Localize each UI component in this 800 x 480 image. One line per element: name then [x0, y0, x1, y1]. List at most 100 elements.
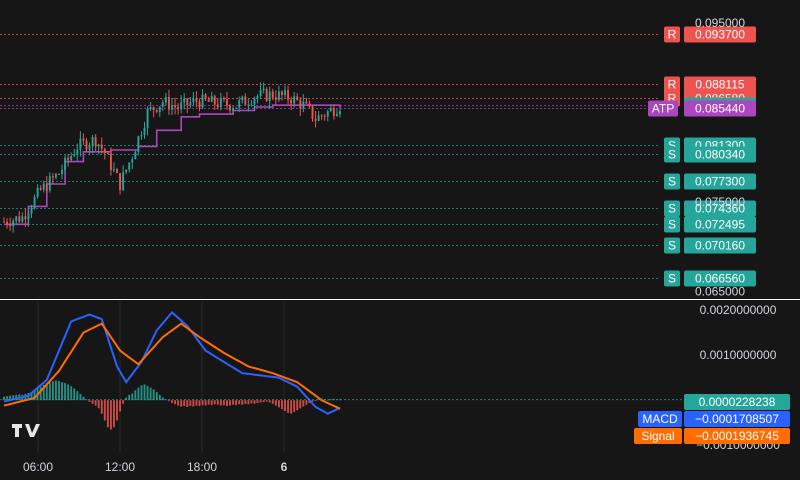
candle-body — [12, 220, 15, 227]
level-price-label: 0.085440 — [695, 102, 745, 116]
time-axis[interactable]: 06:00 12:00 18:00 6 — [23, 460, 288, 474]
candle — [180, 95, 183, 114]
macd-value-label: −0.0001936745 — [695, 429, 779, 443]
candle-body — [149, 107, 152, 109]
histogram-bar — [143, 384, 146, 401]
candle — [284, 85, 286, 98]
candle-body — [79, 138, 82, 150]
candle — [314, 111, 317, 128]
candle-body — [158, 106, 161, 112]
price-level-lines — [0, 34, 660, 452]
candle — [61, 164, 63, 180]
candle — [195, 91, 198, 108]
candle-body — [54, 173, 57, 178]
candle — [3, 217, 5, 223]
candle-body — [299, 100, 302, 109]
candle-body — [320, 115, 323, 117]
candle — [15, 215, 18, 225]
trading-chart[interactable]: R0.093700R0.088115R0.0865800.085790ATP0.… — [0, 0, 800, 480]
candle — [287, 85, 290, 105]
candle-body — [265, 88, 268, 101]
candle — [323, 113, 326, 121]
histogram-bar — [256, 400, 259, 403]
price-tick-label: 0.065000 — [695, 285, 745, 299]
candle-body — [232, 108, 235, 111]
candle — [94, 134, 97, 152]
price-level-tag-7[interactable]: S 0.077300 — [664, 173, 756, 190]
histogram-bar — [106, 400, 109, 428]
candle-body — [21, 216, 24, 222]
candle-body — [290, 99, 293, 104]
macd-axis[interactable]: 0.00200000000.0010000000−0.00100000000.0… — [0, 303, 790, 452]
candle — [39, 185, 42, 191]
histogram-bar — [259, 400, 262, 403]
price-level-tag-9[interactable]: S 0.072495 — [664, 216, 756, 233]
histogram-bar — [177, 400, 180, 406]
candle — [274, 90, 277, 105]
candle — [21, 212, 24, 224]
candle — [146, 106, 149, 136]
candle — [6, 218, 9, 229]
candle-body — [116, 169, 118, 174]
macd-value-tag-macd[interactable]: MACD −0.0001708507 — [638, 411, 790, 427]
macd-tick-label: 0.0020000000 — [700, 303, 777, 317]
price-level-tag-6[interactable]: S 0.080340 — [664, 146, 756, 163]
candle — [281, 90, 283, 101]
candle — [97, 143, 100, 155]
histogram-bar — [201, 400, 204, 406]
histogram-bar — [61, 382, 63, 401]
candle-body — [229, 105, 231, 111]
price-level-tag-10[interactable]: S 0.070160 — [664, 237, 756, 254]
candle-body — [192, 98, 195, 103]
candle — [149, 101, 152, 112]
macd-value-tag-signal[interactable]: Signal −0.0001936745 — [634, 428, 790, 444]
candle-body — [277, 91, 280, 100]
chart-canvas[interactable]: R0.093700R0.088115R0.0865800.085790ATP0.… — [0, 0, 800, 480]
histogram-bar — [250, 400, 253, 404]
candle — [299, 96, 302, 116]
candle-body — [332, 108, 335, 116]
candle-body — [293, 96, 296, 104]
histogram-bar — [54, 380, 57, 401]
candle — [45, 176, 48, 193]
candle-body — [67, 157, 70, 160]
price-level-tag-1[interactable]: R 0.088115 — [664, 76, 756, 93]
candle — [36, 184, 39, 199]
candle-body — [314, 118, 317, 121]
histogram-bar — [284, 400, 286, 412]
candle-body — [155, 110, 158, 112]
histogram-bar — [241, 400, 244, 405]
candle-body — [30, 208, 33, 214]
candle — [116, 167, 118, 174]
histogram-bar — [167, 400, 170, 402]
histogram-bar — [186, 400, 189, 407]
histogram-bar — [6, 396, 9, 401]
histogram-bar — [134, 390, 137, 401]
candle-body — [204, 94, 207, 100]
candle-body — [317, 115, 320, 121]
histogram-bar — [140, 385, 143, 401]
candle-body — [167, 97, 170, 110]
level-price-label: 0.088115 — [695, 78, 744, 92]
candle-body — [100, 144, 103, 149]
candle — [222, 96, 225, 103]
histogram-bar — [329, 399, 332, 401]
candle-body — [210, 96, 213, 102]
candle-body — [113, 169, 115, 171]
price-level-tag-4[interactable]: ATP 0.085440 — [648, 100, 756, 117]
histogram-bar — [122, 400, 125, 404]
price-axis[interactable]: R0.093700R0.088115R0.0865800.085790ATP0.… — [648, 16, 756, 299]
macd-value-label: 0.0000228238 — [699, 395, 776, 409]
macd-value-tag-hist[interactable]: 0.0000228238 — [684, 394, 790, 410]
candle-body — [64, 157, 67, 171]
histogram-bar — [262, 400, 265, 402]
candle — [113, 162, 115, 173]
histogram-bar — [146, 385, 149, 401]
tradingview-logo[interactable]: TV — [12, 424, 40, 437]
candle-body — [238, 100, 241, 108]
candle — [277, 85, 280, 103]
atp-line — [4, 104, 341, 226]
histogram-bar — [216, 400, 219, 405]
candle — [339, 108, 341, 118]
histogram-bar — [244, 400, 247, 404]
